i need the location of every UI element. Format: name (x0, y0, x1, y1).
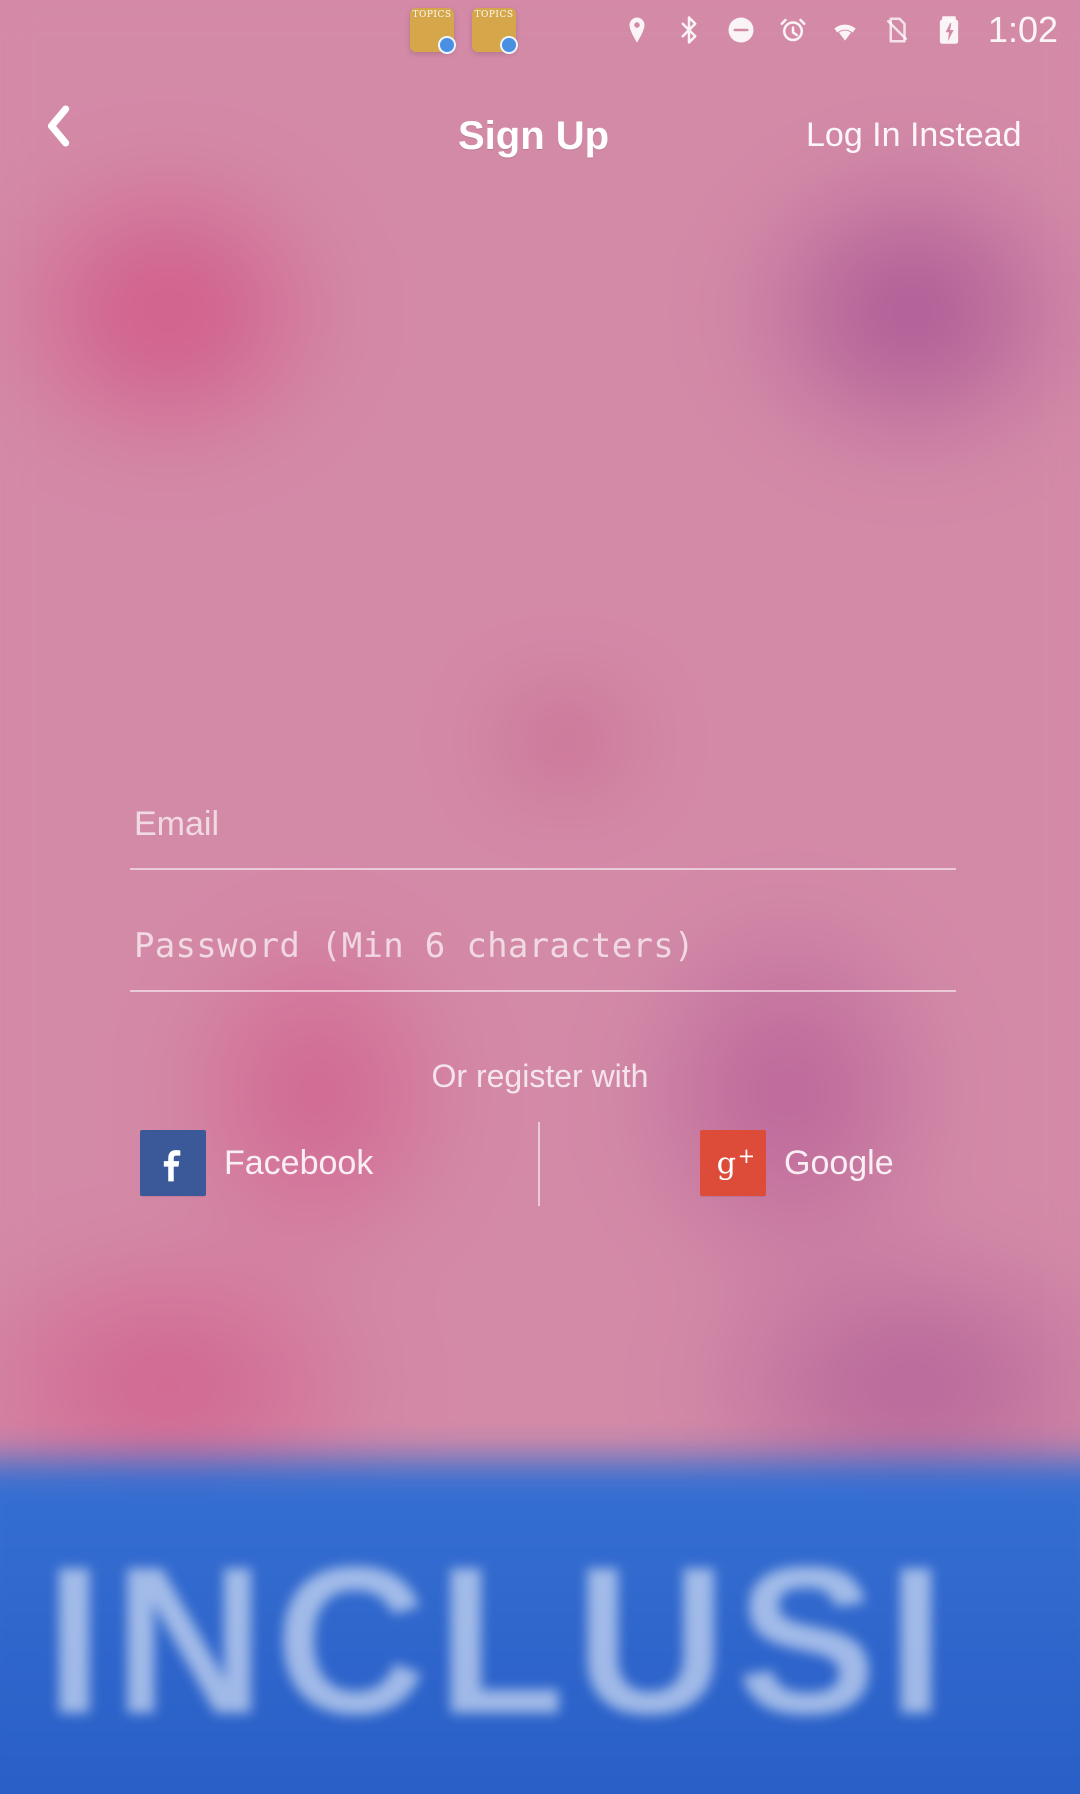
back-button[interactable] (40, 102, 80, 154)
social-divider (538, 1122, 540, 1206)
password-field-container (130, 912, 956, 992)
status-bar-app-shortcuts: TOPICS TOPICS (410, 8, 518, 54)
topics-app-shortcut-2[interactable]: TOPICS (472, 8, 518, 54)
google-button[interactable]: g + Google (700, 1128, 894, 1198)
no-sim-icon (880, 13, 914, 47)
facebook-icon (140, 1130, 206, 1196)
blurred-background-text: INCLUSI (45, 1523, 955, 1758)
battery-charging-icon (932, 13, 966, 47)
google-plus-icon: g + (700, 1130, 766, 1196)
svg-text:+: + (738, 1144, 756, 1168)
upper-task-bar: TOPICS TOPICS 1:02 (0, 0, 1080, 62)
do-not-disturb-icon (724, 13, 758, 47)
page-title: Sign Up (458, 114, 610, 158)
social-login-row: Facebook g + Google (0, 1122, 1080, 1212)
bluetooth-icon (672, 13, 706, 47)
svg-text:g: g (717, 1147, 736, 1182)
status-time: 1:02 (987, 9, 1058, 50)
topics-app-shortcut[interactable]: TOPICS (410, 8, 456, 54)
topics-app-shortcut-label-2: TOPICS (474, 10, 514, 20)
log-in-instead-link[interactable]: Log In Instead (806, 116, 1022, 155)
email-input[interactable] (130, 790, 956, 870)
wifi-icon (828, 13, 862, 47)
google-label: Google (784, 1143, 894, 1182)
chevron-left-icon (43, 103, 77, 153)
facebook-button[interactable]: Facebook (140, 1128, 373, 1198)
sign-up-form (130, 790, 956, 1034)
or-register-with-text: Or register with (431, 1058, 649, 1094)
location-icon (620, 13, 654, 47)
password-input[interactable] (130, 912, 956, 992)
status-bar-right: 1:02 (620, 10, 1058, 50)
alarm-icon (776, 13, 810, 47)
facebook-label: Facebook (224, 1143, 374, 1182)
app-header: Sign Up Log In Instead (0, 62, 1080, 182)
topics-app-shortcut-label: TOPICS (412, 10, 452, 20)
email-field-container (130, 790, 956, 870)
